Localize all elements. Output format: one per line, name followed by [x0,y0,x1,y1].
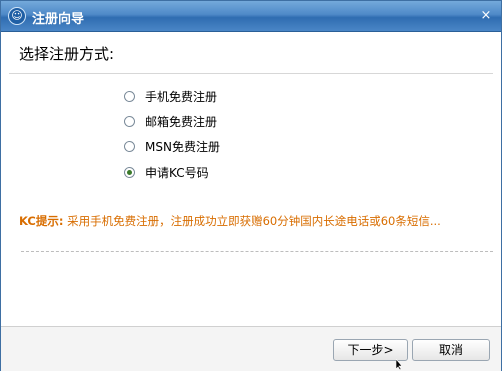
option-msn-registration[interactable]: MSN免费注册 [124,137,220,155]
radio-button[interactable] [124,90,135,102]
section-title: 选择注册方式: [19,45,115,63]
registration-wizard-window: ☺ 注册向导 × 选择注册方式: 手机免费注册 邮箱免费注册 MSN免费注册 申… [0,0,502,371]
option-apply-kc-number[interactable]: 申请KC号码 [124,163,209,181]
option-label: MSN免费注册 [145,139,220,154]
radio-button[interactable] [124,140,135,152]
title-bar: ☺ 注册向导 × [1,1,501,32]
radio-button-checked[interactable] [124,166,135,178]
kc-tip: KC提示: 采用手机免费注册，注册成功立即获赠60分钟国内长途电话或60条短信.… [19,213,441,229]
tip-label: KC提示: [19,214,64,228]
dashed-divider [21,251,493,252]
close-button[interactable]: × [479,9,493,23]
cancel-button[interactable]: 取消 [412,339,490,361]
option-label: 邮箱免费注册 [145,114,218,129]
window-title: 注册向导 [32,12,85,27]
mouse-cursor-icon [396,359,402,370]
radio-button[interactable] [124,115,135,127]
option-email-registration[interactable]: 邮箱免费注册 [124,112,217,130]
tip-text: 采用手机免费注册，注册成功立即获赠60分钟国内长途电话或60条短信... [67,214,441,228]
divider [9,73,493,74]
app-logo-icon: ☺ [8,7,26,25]
option-phone-registration[interactable]: 手机免费注册 [124,87,217,105]
option-label: 手机免费注册 [145,89,218,104]
next-button[interactable]: 下一步> [333,339,408,361]
option-label: 申请KC号码 [145,165,209,180]
footer-bar: 下一步> 取消 [1,326,501,371]
